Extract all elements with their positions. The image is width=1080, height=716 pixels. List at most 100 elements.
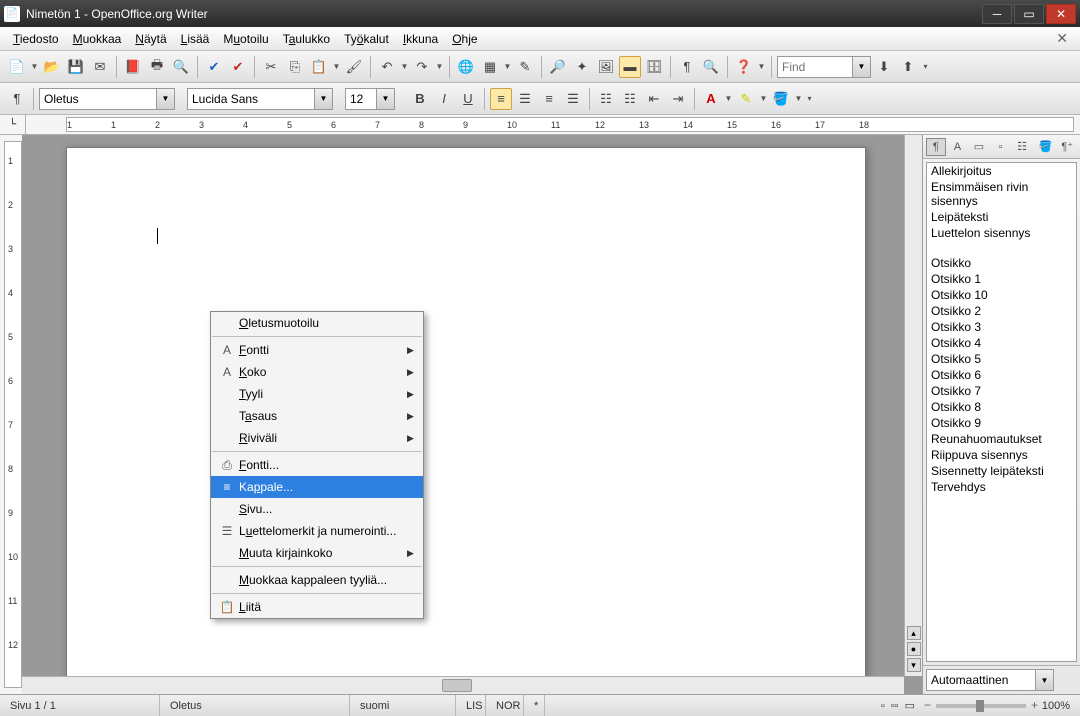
style-item[interactable]: Otsikko 9 xyxy=(927,415,1076,431)
align-center-icon[interactable]: ☰ xyxy=(514,88,536,110)
context-menu-item[interactable]: 📋Liitä xyxy=(211,596,423,618)
close-button[interactable]: ✕ xyxy=(1046,4,1076,24)
navigator-icon[interactable]: ✦ xyxy=(571,56,593,78)
status-language[interactable]: suomi xyxy=(350,695,456,716)
context-menu-item[interactable]: ≡Kappale... xyxy=(211,476,423,498)
status-selection[interactable]: NOR xyxy=(486,695,524,716)
style-item[interactable]: Otsikko 1 xyxy=(927,271,1076,287)
view-book-icon[interactable]: ▭ xyxy=(905,699,915,712)
email-icon[interactable]: ✉ xyxy=(89,56,111,78)
toolbar-overflow[interactable]: ▾ xyxy=(921,62,930,71)
font-size-dropdown[interactable]: ▼ xyxy=(377,88,395,110)
bullet-list-icon[interactable]: ☷ xyxy=(619,88,641,110)
number-list-icon[interactable]: ☷ xyxy=(595,88,617,110)
page-styles-icon[interactable]: ▫ xyxy=(991,138,1011,156)
autospell-icon[interactable]: ✔ xyxy=(227,56,249,78)
underline-icon[interactable]: U xyxy=(457,88,479,110)
style-item[interactable]: Otsikko 10 xyxy=(927,287,1076,303)
menu-table[interactable]: Taulukko xyxy=(276,29,337,49)
open-icon[interactable]: 📂 xyxy=(41,56,63,78)
view-single-icon[interactable]: ▫ xyxy=(881,700,885,712)
menu-tools[interactable]: Työkalut xyxy=(337,29,396,49)
menu-file[interactable]: Tiedosto xyxy=(6,29,66,49)
style-item[interactable]: Otsikko 3 xyxy=(927,319,1076,335)
menu-help[interactable]: Ohje xyxy=(445,29,484,49)
char-styles-icon[interactable]: A xyxy=(948,138,968,156)
context-menu-item[interactable]: Riviväli▶ xyxy=(211,427,423,449)
database-icon[interactable]: 🗄 xyxy=(643,56,665,78)
italic-icon[interactable]: I xyxy=(433,88,455,110)
find-dropdown[interactable]: ▼ xyxy=(853,56,871,78)
hyperlink-icon[interactable]: 🌐 xyxy=(455,56,477,78)
align-right-icon[interactable]: ≡ xyxy=(538,88,560,110)
zoom-icon[interactable]: 🔍 xyxy=(700,56,722,78)
new-doc-icon[interactable]: 📄 xyxy=(6,56,28,78)
paste-icon[interactable]: 📋 xyxy=(308,56,330,78)
copy-icon[interactable]: ⎘ xyxy=(284,56,306,78)
fill-format-icon[interactable]: 🪣 xyxy=(1036,138,1056,156)
help-icon[interactable]: ❓ xyxy=(733,56,755,78)
outdent-icon[interactable]: ⇤ xyxy=(643,88,665,110)
vertical-scrollbar[interactable]: ▴ ● ▾ xyxy=(904,135,922,676)
context-menu-item[interactable]: Muuta kirjainkoko▶ xyxy=(211,542,423,564)
context-menu-item[interactable]: AKoko▶ xyxy=(211,361,423,383)
context-menu-item[interactable]: Oletusmuotoilu xyxy=(211,312,423,334)
font-name-dropdown[interactable]: ▼ xyxy=(315,88,333,110)
view-multi-icon[interactable]: ▫▫ xyxy=(891,700,899,712)
style-item[interactable]: Allekirjoitus xyxy=(927,163,1076,179)
find-up-icon[interactable]: ⬆ xyxy=(897,56,919,78)
redo-dropdown[interactable]: ▼ xyxy=(435,62,444,71)
document-area[interactable] xyxy=(22,135,922,694)
style-item[interactable]: Otsikko 7 xyxy=(927,383,1076,399)
scroll-prev-page-icon[interactable]: ▴ xyxy=(907,626,921,640)
print-icon[interactable]: 🖶 xyxy=(146,56,168,78)
format-paint-icon[interactable]: 🖌 xyxy=(343,56,365,78)
paragraph-style-combo[interactable] xyxy=(39,88,157,110)
style-item[interactable]: Reunahuomautukset xyxy=(927,431,1076,447)
style-filter-combo[interactable] xyxy=(926,669,1036,691)
find-input[interactable] xyxy=(777,56,853,78)
find-down-icon[interactable]: ⬇ xyxy=(873,56,895,78)
context-menu-item[interactable]: AFontti▶ xyxy=(211,339,423,361)
status-style[interactable]: Oletus xyxy=(160,695,350,716)
hscroll-thumb[interactable] xyxy=(442,679,472,692)
spellcheck-icon[interactable]: ✔ xyxy=(203,56,225,78)
style-list[interactable]: AllekirjoitusEnsimmäisen rivin sisennysL… xyxy=(926,162,1077,662)
font-name-combo[interactable] xyxy=(187,88,315,110)
horizontal-ruler[interactable]: 1123456789101112131415161718 xyxy=(66,117,1074,132)
zoom-in-icon[interactable]: + xyxy=(1031,698,1038,712)
undo-dropdown[interactable]: ▼ xyxy=(400,62,409,71)
paste-dropdown[interactable]: ▼ xyxy=(332,62,341,71)
cut-icon[interactable]: ✂ xyxy=(260,56,282,78)
close-document-button[interactable]: ✕ xyxy=(1050,30,1074,47)
style-item[interactable]: Otsikko 6 xyxy=(927,367,1076,383)
style-item[interactable]: Luettelon sisennys xyxy=(927,225,1076,241)
style-item[interactable]: Otsikko 8 xyxy=(927,399,1076,415)
vertical-ruler[interactable]: 123456789101112 xyxy=(4,141,22,688)
table-dropdown[interactable]: ▼ xyxy=(503,62,512,71)
frame-styles-icon[interactable]: ▭ xyxy=(969,138,989,156)
help-dropdown[interactable]: ▼ xyxy=(757,62,766,71)
font-size-combo[interactable] xyxy=(345,88,377,110)
align-left-icon[interactable]: ≡ xyxy=(490,88,512,110)
context-menu-item[interactable]: Sivu... xyxy=(211,498,423,520)
style-item[interactable]: Otsikko 2 xyxy=(927,303,1076,319)
save-icon[interactable]: 💾 xyxy=(65,56,87,78)
context-menu-item[interactable]: Tyyli▶ xyxy=(211,383,423,405)
font-color-dropdown[interactable]: ▼ xyxy=(724,94,733,103)
draw-icon[interactable]: ✎ xyxy=(514,56,536,78)
style-item[interactable] xyxy=(927,241,1076,255)
status-zoom[interactable]: 100% xyxy=(1034,695,1080,716)
preview-icon[interactable]: 🔍 xyxy=(170,56,192,78)
status-insert[interactable]: LIS xyxy=(456,695,486,716)
export-pdf-icon[interactable]: 📕 xyxy=(122,56,144,78)
zoom-thumb[interactable] xyxy=(976,700,984,712)
table-icon[interactable]: ▦ xyxy=(479,56,501,78)
new-style-icon[interactable]: ¶⁺ xyxy=(1057,138,1077,156)
align-justify-icon[interactable]: ☰ xyxy=(562,88,584,110)
font-color-icon[interactable]: A xyxy=(700,88,722,110)
paragraph-style-dropdown[interactable]: ▼ xyxy=(157,88,175,110)
bgcolor-icon[interactable]: 🪣 xyxy=(770,88,792,110)
undo-icon[interactable]: ↶ xyxy=(376,56,398,78)
style-item[interactable]: Leipäteksti xyxy=(927,209,1076,225)
